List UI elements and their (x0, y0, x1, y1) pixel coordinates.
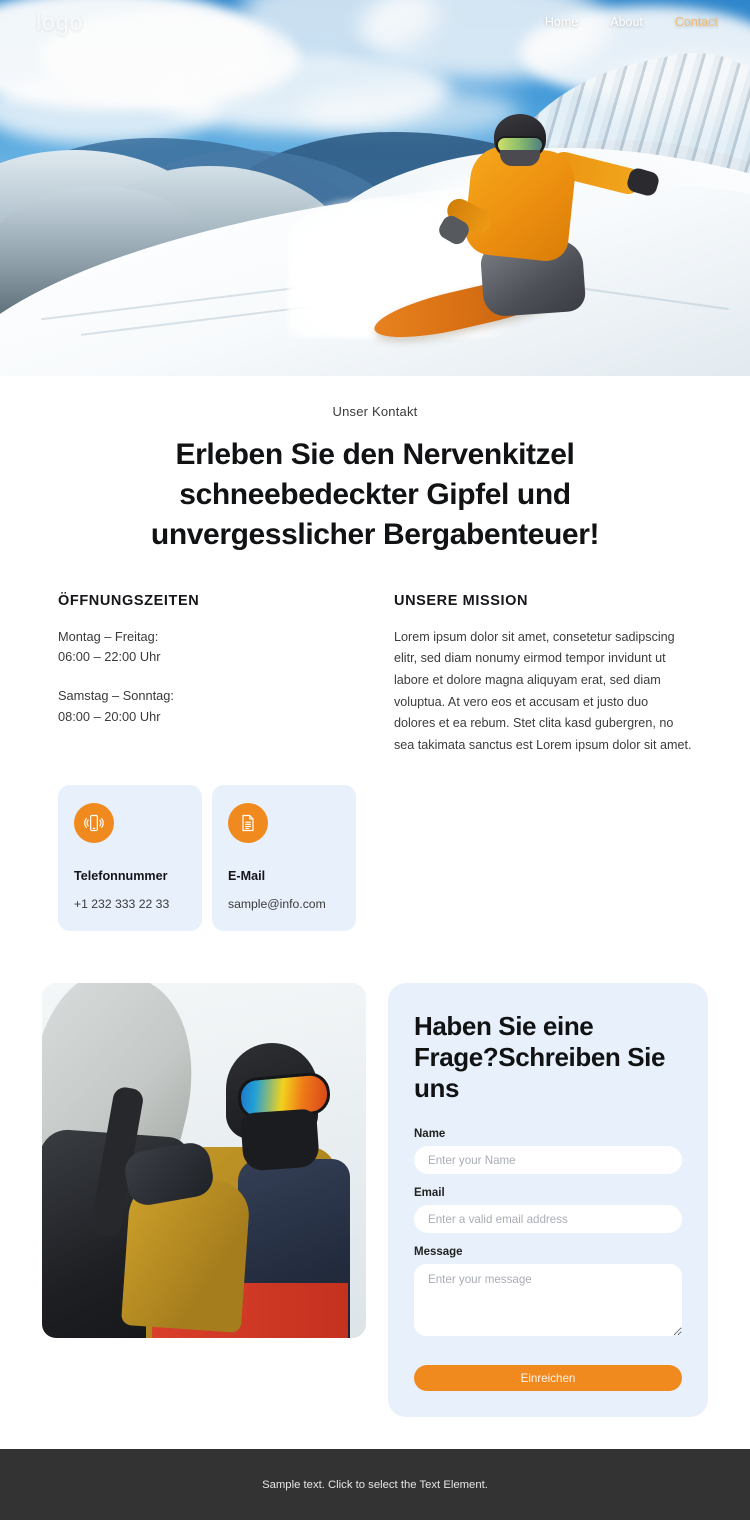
page-title: Erleben Sie den Nervenkitzel schneebedec… (150, 438, 600, 551)
page-root: logo Home About Contact Unser Kontakt Er… (0, 0, 750, 1520)
weekday-days: Montag – Freitag: (58, 628, 159, 644)
mobile-phone-icon (74, 802, 114, 843)
weekend-time: 08:00 – 20:00 Uhr (58, 708, 161, 724)
contact-form-card: Haben Sie eine Frage?Schreiben Sie uns N… (388, 982, 708, 1418)
hero-banner: logo Home About Contact (0, 0, 750, 376)
contact-card-value[interactable]: sample@info.com (228, 897, 340, 911)
weekend-days: Samstag – Sonntag: (58, 688, 174, 704)
nav-links: Home About Contact (545, 15, 718, 29)
submit-button[interactable]: Einreichen (414, 1365, 682, 1392)
footer-text[interactable]: Sample text. Click to select the Text El… (262, 1479, 488, 1491)
contact-cards: Telefonnummer +1 232 333 22 33 E-Mail sa… (58, 784, 692, 931)
contact-card-title: Telefonnummer (74, 868, 168, 883)
name-label: Name (414, 1128, 446, 1141)
name-input[interactable] (414, 1146, 682, 1175)
contact-card-phone[interactable]: Telefonnummer +1 232 333 22 33 (58, 784, 202, 931)
message-textarea[interactable] (414, 1264, 682, 1337)
info-columns: ÖFFNUNGSZEITEN Montag – Freitag: 06:00 –… (0, 593, 750, 757)
page-footer: Sample text. Click to select the Text El… (0, 1449, 750, 1520)
weekday-time: 06:00 – 22:00 Uhr (58, 649, 161, 665)
site-logo[interactable]: logo (36, 9, 83, 36)
contact-card-email[interactable]: E-Mail sample@info.com (212, 784, 356, 931)
snowboarder-figure (370, 112, 670, 349)
snowboarder-portrait-photo (42, 982, 366, 1338)
top-navigation: logo Home About Contact (0, 0, 750, 44)
bottom-section: Haben Sie eine Frage?Schreiben Sie uns N… (0, 982, 750, 1418)
message-field-group: Message (414, 1246, 682, 1341)
nav-link-contact[interactable]: Contact (675, 15, 718, 29)
form-title: Haben Sie eine Frage?Schreiben Sie uns (414, 1010, 666, 1103)
mission-block: UNSERE MISSION Lorem ipsum dolor sit ame… (394, 593, 692, 757)
message-label: Message (414, 1246, 463, 1259)
hours-spacer (58, 668, 346, 686)
opening-hours-block: ÖFFNUNGSZEITEN Montag – Freitag: 06:00 –… (58, 593, 346, 757)
nav-link-about[interactable]: About (610, 15, 643, 29)
email-label: Email (414, 1187, 445, 1200)
email-field-group: Email (414, 1187, 682, 1234)
nav-link-home[interactable]: Home (545, 15, 578, 29)
section-eyebrow: Unser Kontakt (332, 404, 418, 419)
mission-title: UNSERE MISSION (394, 592, 529, 609)
contact-card-title: E-Mail (228, 868, 266, 883)
document-icon (228, 802, 268, 843)
face-mask (240, 1108, 320, 1172)
name-field-group: Name (414, 1128, 682, 1175)
contact-card-value[interactable]: +1 232 333 22 33 (74, 897, 186, 911)
mission-body: Lorem ipsum dolor sit amet, consetetur s… (394, 629, 692, 752)
main-content: Unser Kontakt Erleben Sie den Nervenkitz… (0, 376, 750, 1520)
email-input[interactable] (414, 1205, 682, 1234)
rider-chin-guard (500, 150, 540, 166)
opening-hours-title: ÖFFNUNGSZEITEN (58, 592, 200, 609)
